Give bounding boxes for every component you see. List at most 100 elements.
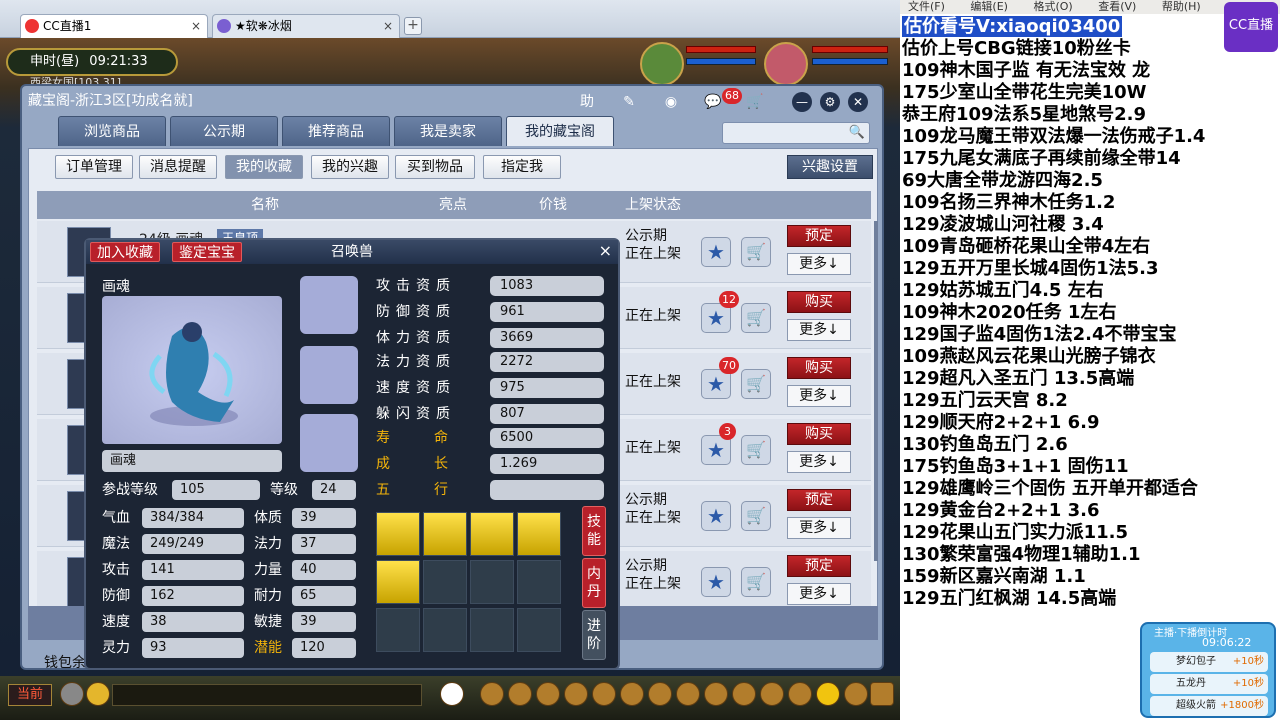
browser-tab-cc[interactable]: CC直播1 × [20,14,208,38]
aptitude-value: 961 [490,302,604,322]
buy-button[interactable]: 购买 [787,423,851,445]
search-icon[interactable]: 🔍 [849,125,865,140]
order-management-button[interactable]: 订单管理 [55,155,133,179]
close-icon[interactable]: × [383,15,393,37]
skill-skeleton-icon[interactable] [376,512,420,556]
my-interests-button[interactable]: 我的兴趣 [311,155,389,179]
cart-icon[interactable]: 🛒 [741,237,771,267]
purchased-items-button[interactable]: 买到物品 [395,155,475,179]
menu-format[interactable]: 格式(O) [1033,0,1072,13]
tab-recommended[interactable]: 推荐商品 [282,116,390,146]
trade-icon[interactable] [564,682,588,706]
my-favorites-button[interactable]: 我的收藏 [225,155,303,179]
pet-icon[interactable] [440,682,464,706]
reserve-button[interactable]: 预定 [787,555,851,577]
guild-icon[interactable] [676,682,700,706]
chat-input[interactable] [112,684,422,706]
pet-mp-bar [686,58,756,65]
peach-icon[interactable] [760,682,784,706]
menu-help[interactable]: 帮助(H) [1162,0,1201,13]
cart-icon[interactable]: 🛒 [741,567,771,597]
interest-settings-button[interactable]: 兴趣设置 [787,155,873,179]
cart-icon[interactable]: 🛒 [741,369,771,399]
pin-icon[interactable]: ✎ [618,92,640,112]
tab-browse[interactable]: 浏览商品 [58,116,166,146]
new-tab-button[interactable]: + [404,17,422,35]
star-icon[interactable]: ★ [701,237,731,267]
player-mp-bar [812,58,888,65]
equipment-slot-collar[interactable] [300,346,358,404]
menu-file[interactable]: 文件(F) [908,0,945,13]
tab-advance[interactable]: 进阶 [582,610,606,660]
minimize-icon[interactable]: — [792,92,812,112]
menu-edit[interactable]: 编辑(E) [970,0,1008,13]
more-button[interactable]: 更多↓ [787,319,851,341]
item-icon[interactable] [508,682,532,706]
identify-pet-button[interactable]: 鉴定宝宝 [172,242,242,262]
scrollbar[interactable] [874,221,878,561]
stat-value: 39 [292,508,356,528]
text-line: 129凌波城山河社稷 3.4 [902,214,1104,235]
cart-icon[interactable]: 🛒 [741,501,771,531]
tab-public[interactable]: 公示期 [170,116,278,146]
skill-flame-icon[interactable] [423,512,467,556]
message-reminder-button[interactable]: 消息提醒 [139,155,217,179]
gift-name: 超级火箭 [1176,700,1216,711]
mount-icon[interactable] [732,682,756,706]
cart-icon[interactable]: 🛒 [741,435,771,465]
buy-button[interactable]: 购买 [787,357,851,379]
cart-icon[interactable]: 🛒 [741,303,771,333]
star-icon[interactable]: ★ [701,501,731,531]
gift-value: +10秒 [1232,678,1264,689]
text-line: 109名扬三界神木任务1.2 [902,192,1116,213]
star-icon[interactable]: ★ [701,567,731,597]
message-icon[interactable]: 💬 [702,92,724,112]
reserve-button[interactable]: 预定 [787,225,851,247]
player-avatar[interactable] [764,42,808,86]
pet-menu-icon[interactable] [620,682,644,706]
attack-icon[interactable] [480,682,504,706]
header-price: 价钱 [539,197,567,213]
ball-icon[interactable] [788,682,812,706]
help-button[interactable]: 助 [576,92,598,112]
channel-button[interactable]: 当前 [8,684,52,706]
tab-seller[interactable]: 我是卖家 [394,116,502,146]
designated-me-button[interactable]: 指定我 [483,155,561,179]
system-icon[interactable] [844,682,868,706]
tab-skills[interactable]: 技能 [582,506,606,556]
close-icon[interactable]: × [191,15,201,37]
tab-inner-core[interactable]: 内丹 [582,558,606,608]
more-button[interactable]: 更多↓ [787,583,851,605]
more-button[interactable]: 更多↓ [787,517,851,539]
more-button[interactable]: 更多↓ [787,451,851,473]
search-input[interactable]: 🔍 [722,122,870,144]
buy-button[interactable]: 购买 [787,291,851,313]
add-favorite-button[interactable]: 加入收藏 [90,242,160,262]
give-icon[interactable] [536,682,560,706]
team-icon[interactable] [592,682,616,706]
task-icon[interactable] [648,682,672,706]
tab-my-pavilion[interactable]: 我的藏宝阁 [506,116,614,146]
skill-lightning-icon[interactable] [376,560,420,604]
smile-icon[interactable] [816,682,840,706]
equipment-slot-armor[interactable] [300,414,358,472]
pet-avatar[interactable] [640,42,684,86]
more-button[interactable]: 更多↓ [787,385,851,407]
browser-tab-user[interactable]: ★软❋冰烟 × [212,14,400,38]
close-icon[interactable]: × [599,241,612,260]
emoji-icon[interactable] [86,682,110,706]
stat-label: 耐力 [254,588,282,604]
equipment-slot-helmet[interactable] [300,276,358,334]
cart-icon[interactable]: 🛒 [744,92,766,112]
friend-icon[interactable] [704,682,728,706]
close-icon[interactable]: ✕ [848,92,868,112]
settings-icon[interactable] [870,682,894,706]
skill-skeleton-icon[interactable] [470,512,514,556]
menu-view[interactable]: 查看(V) [1098,0,1136,13]
gear-icon[interactable]: ⚙ [820,92,840,112]
microphone-icon[interactable] [60,682,84,706]
skill-rune-icon[interactable] [517,512,561,556]
record-icon[interactable]: ◉ [660,92,682,112]
reserve-button[interactable]: 预定 [787,489,851,511]
more-button[interactable]: 更多↓ [787,253,851,275]
